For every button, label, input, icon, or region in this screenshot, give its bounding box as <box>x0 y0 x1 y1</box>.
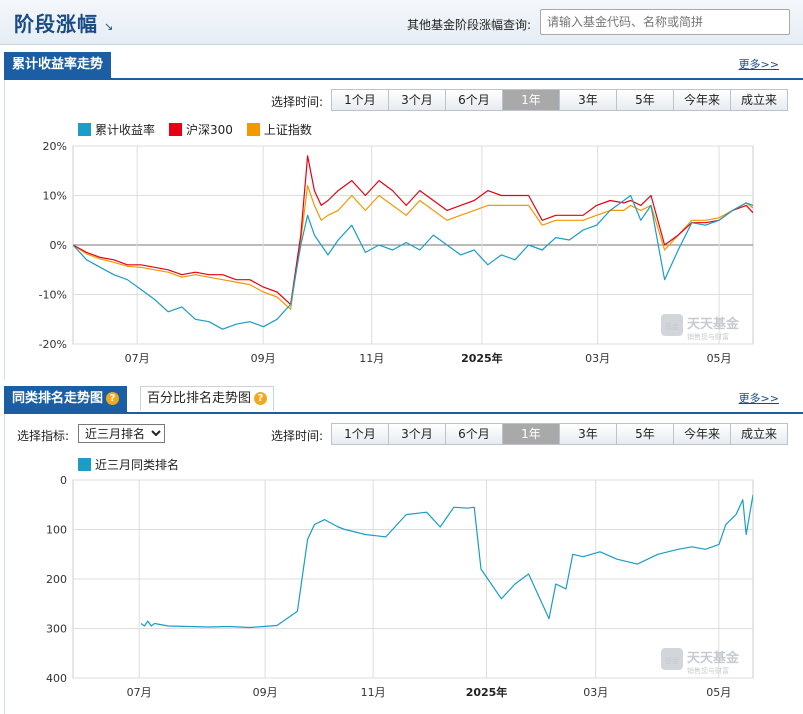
range-button[interactable]: 成立来 <box>731 424 787 444</box>
indicator-select[interactable]: 近三月排名 <box>78 424 165 443</box>
rank-section-bar: 同类排名走势图? 百分比排名走势图? 更多>> <box>4 384 803 414</box>
range-button[interactable]: 3个月 <box>389 90 446 110</box>
legend-fund[interactable]: 累计收益率 <box>78 121 155 138</box>
range-button[interactable]: 3个月 <box>389 424 446 444</box>
watermark-slogan: 销售您与财富 <box>687 666 729 675</box>
peer-rank-chart: 0 100 200 300 400 07月 09月 11月 2025年 03月 05月 基金 天天基金销… <box>46 474 754 699</box>
x-tick-label: 05月 <box>707 352 732 365</box>
cumulative-return-section-bar: 累计收益率走势 更多>> <box>4 50 803 80</box>
legend-label-rank: 近三月同类排名 <box>95 458 180 472</box>
x-tick-label: 11月 <box>359 352 384 365</box>
range-button[interactable]: 5年 <box>617 424 674 444</box>
more-link-cumulative[interactable]: 更多>> <box>739 56 779 72</box>
range-button[interactable]: 3年 <box>560 90 617 110</box>
y-tick-label: -10% <box>39 289 67 302</box>
tab-percent-rank-label: 百分比排名走势图 <box>147 391 252 406</box>
page-header: 阶段涨幅 ↘ 其他基金阶段涨幅查询: <box>0 0 803 45</box>
range-button[interactable]: 1年 <box>503 424 560 444</box>
range-button[interactable]: 1个月 <box>332 90 389 110</box>
page-title: 阶段涨幅 <box>14 12 98 36</box>
chart-legend: 累计收益率 沪深300 上证指数 <box>78 121 326 138</box>
cumulative-return-chart: 20% 10% 0% -10% -20% 07月 09月 11月 2025年 03月 05月 基金 天天… <box>39 140 754 365</box>
legend-sh-index[interactable]: 上证指数 <box>246 121 312 138</box>
tab-peer-rank-label: 同类排名走势图 <box>12 391 104 406</box>
legend-hs300[interactable]: 沪深300 <box>169 121 233 138</box>
range-button[interactable]: 今年来 <box>674 90 731 110</box>
watermark-slogan: 销售您与财富 <box>687 332 729 341</box>
y-tick-label: 100 <box>46 524 67 537</box>
x-tick-label: 09月 <box>251 352 276 365</box>
time-label: 选择时间: <box>271 95 324 109</box>
legend-label-fund: 累计收益率 <box>95 123 156 137</box>
x-tick-label: 07月 <box>125 352 150 365</box>
y-tick-label: 200 <box>46 573 67 586</box>
time-range-selector: 1个月 3个月 6个月 1年 3年 5年 今年来 成立来 <box>331 89 788 111</box>
x-tick-label: 03月 <box>583 686 608 699</box>
x-tick-label: 05月 <box>706 686 731 699</box>
range-button[interactable]: 今年来 <box>674 424 731 444</box>
x-tick-label: 03月 <box>585 352 610 365</box>
help-icon[interactable]: ? <box>254 392 268 405</box>
time-range-selector: 1个月 3个月 6个月 1年 3年 5年 今年来 成立来 <box>331 423 788 445</box>
range-button[interactable]: 6个月 <box>446 90 503 110</box>
legend-swatch-fund <box>78 123 91 136</box>
y-tick-label: 20% <box>43 140 67 153</box>
range-button[interactable]: 1年 <box>503 90 560 110</box>
y-tick-label: 0% <box>50 239 67 252</box>
cumulative-return-panel: 选择时间: 1个月 3个月 6个月 1年 3年 5年 今年来 成立来 累计收益率 沪深300 … <box>4 80 803 380</box>
legend-label-sh-index: 上证指数 <box>263 123 312 137</box>
help-icon[interactable]: ? <box>106 392 120 405</box>
watermark-badge-text: 基金 <box>665 322 679 331</box>
y-tick-label: 300 <box>46 623 67 636</box>
legend-swatch-sh-index <box>246 123 260 136</box>
y-tick-label: -20% <box>39 338 67 351</box>
tab-percent-rank[interactable]: 百分比排名走势图? <box>140 386 275 411</box>
more-link-rank[interactable]: 更多>> <box>739 390 779 406</box>
x-tick-label: 07月 <box>127 686 152 699</box>
legend-rank[interactable]: 近三月同类排名 <box>78 456 179 473</box>
legend-swatch-rank <box>78 458 91 471</box>
range-button[interactable]: 1个月 <box>332 424 389 444</box>
x-tick-label: 09月 <box>253 686 278 699</box>
range-button[interactable]: 5年 <box>617 90 674 110</box>
range-button[interactable]: 6个月 <box>446 424 503 444</box>
indicator-label: 选择指标: <box>17 429 70 443</box>
watermark-text: 天天基金 <box>687 316 740 332</box>
y-tick-label: 400 <box>46 672 67 685</box>
y-tick-label: 10% <box>43 190 67 203</box>
time-label: 选择时间: <box>271 429 324 443</box>
fund-search-input[interactable] <box>540 9 790 35</box>
rank-chart-legend: 近三月同类排名 <box>78 456 193 473</box>
tab-cumulative-return[interactable]: 累计收益率走势 <box>4 52 112 78</box>
legend-label-hs300: 沪深300 <box>186 123 233 137</box>
y-tick-label: 0 <box>60 474 67 487</box>
range-button[interactable]: 3年 <box>560 424 617 444</box>
rank-panel: 选择指标: 近三月排名 选择时间: 1个月 3个月 6个月 1年 3年 5年 今年来 成立来 … <box>4 414 803 714</box>
search-label: 其他基金阶段涨幅查询: <box>407 18 532 32</box>
x-tick-label: 2025年 <box>461 351 503 365</box>
legend-swatch-hs300 <box>169 123 183 136</box>
watermark-text: 天天基金 <box>687 650 740 666</box>
title-arrow-icon[interactable]: ↘ <box>104 20 113 33</box>
watermark-badge-text: 基金 <box>665 656 679 665</box>
range-button[interactable]: 成立来 <box>731 90 787 110</box>
x-tick-label: 11月 <box>361 686 386 699</box>
tab-peer-rank[interactable]: 同类排名走势图? <box>4 386 128 412</box>
x-tick-label: 2025年 <box>466 685 508 699</box>
